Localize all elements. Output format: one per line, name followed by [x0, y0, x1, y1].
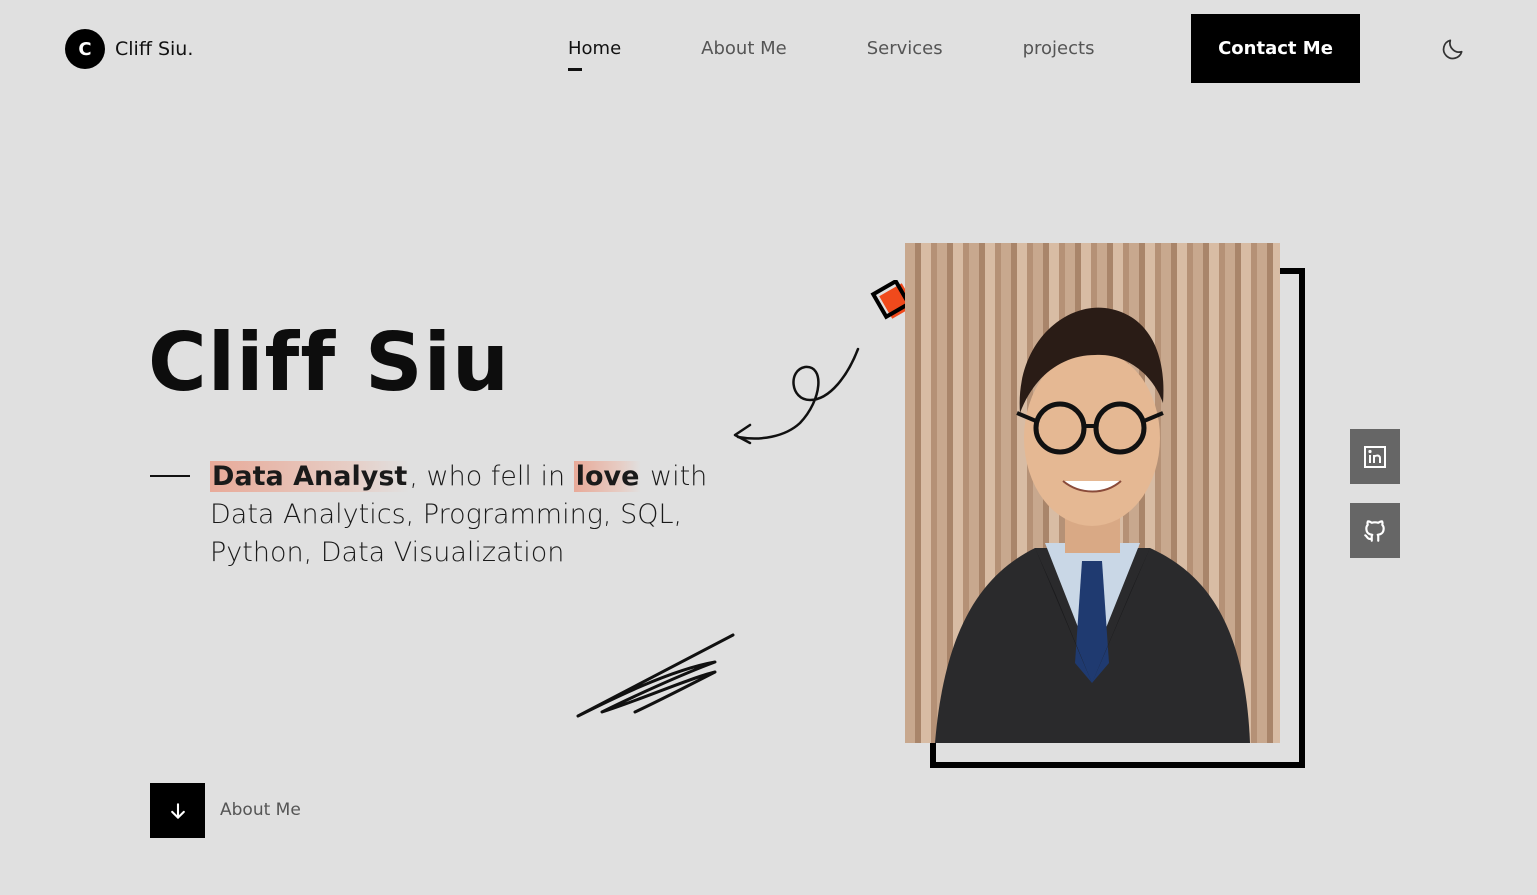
nav-home[interactable]: Home — [568, 36, 621, 71]
nav-services[interactable]: Services — [867, 36, 943, 62]
hero-text-connector: , who fell in — [409, 461, 574, 492]
github-link[interactable] — [1350, 503, 1400, 558]
hero-name: Cliff Siu — [148, 316, 511, 409]
hero-dash — [150, 475, 190, 477]
logo[interactable]: C Cliff Siu. — [65, 29, 193, 69]
scribble-icon — [576, 633, 735, 718]
nav-about-me[interactable]: About Me — [701, 36, 787, 62]
github-icon — [1364, 519, 1385, 542]
logo-text: Cliff Siu. — [115, 38, 194, 60]
love-highlight: love — [573, 461, 642, 492]
squiggle-arrow-icon — [733, 347, 860, 445]
linkedin-icon — [1364, 445, 1386, 468]
contact-me-button[interactable]: Contact Me — [1191, 14, 1360, 83]
role-highlight: Data Analyst — [210, 461, 410, 492]
linkedin-link[interactable] — [1350, 429, 1400, 484]
arrow-down-icon — [170, 802, 185, 819]
scroll-down-button[interactable] — [150, 783, 205, 838]
nav-projects[interactable]: projects — [1023, 36, 1095, 62]
moon-icon — [1442, 39, 1463, 60]
main-nav: Home About Me Services projects — [568, 36, 1095, 71]
scroll-about-me-link[interactable]: About Me — [220, 800, 301, 820]
theme-toggle[interactable] — [1439, 35, 1467, 63]
logo-badge: C — [65, 29, 105, 69]
profile-photo — [905, 243, 1280, 743]
hero-description: Data Analyst, who fell in love with Data… — [210, 458, 730, 572]
